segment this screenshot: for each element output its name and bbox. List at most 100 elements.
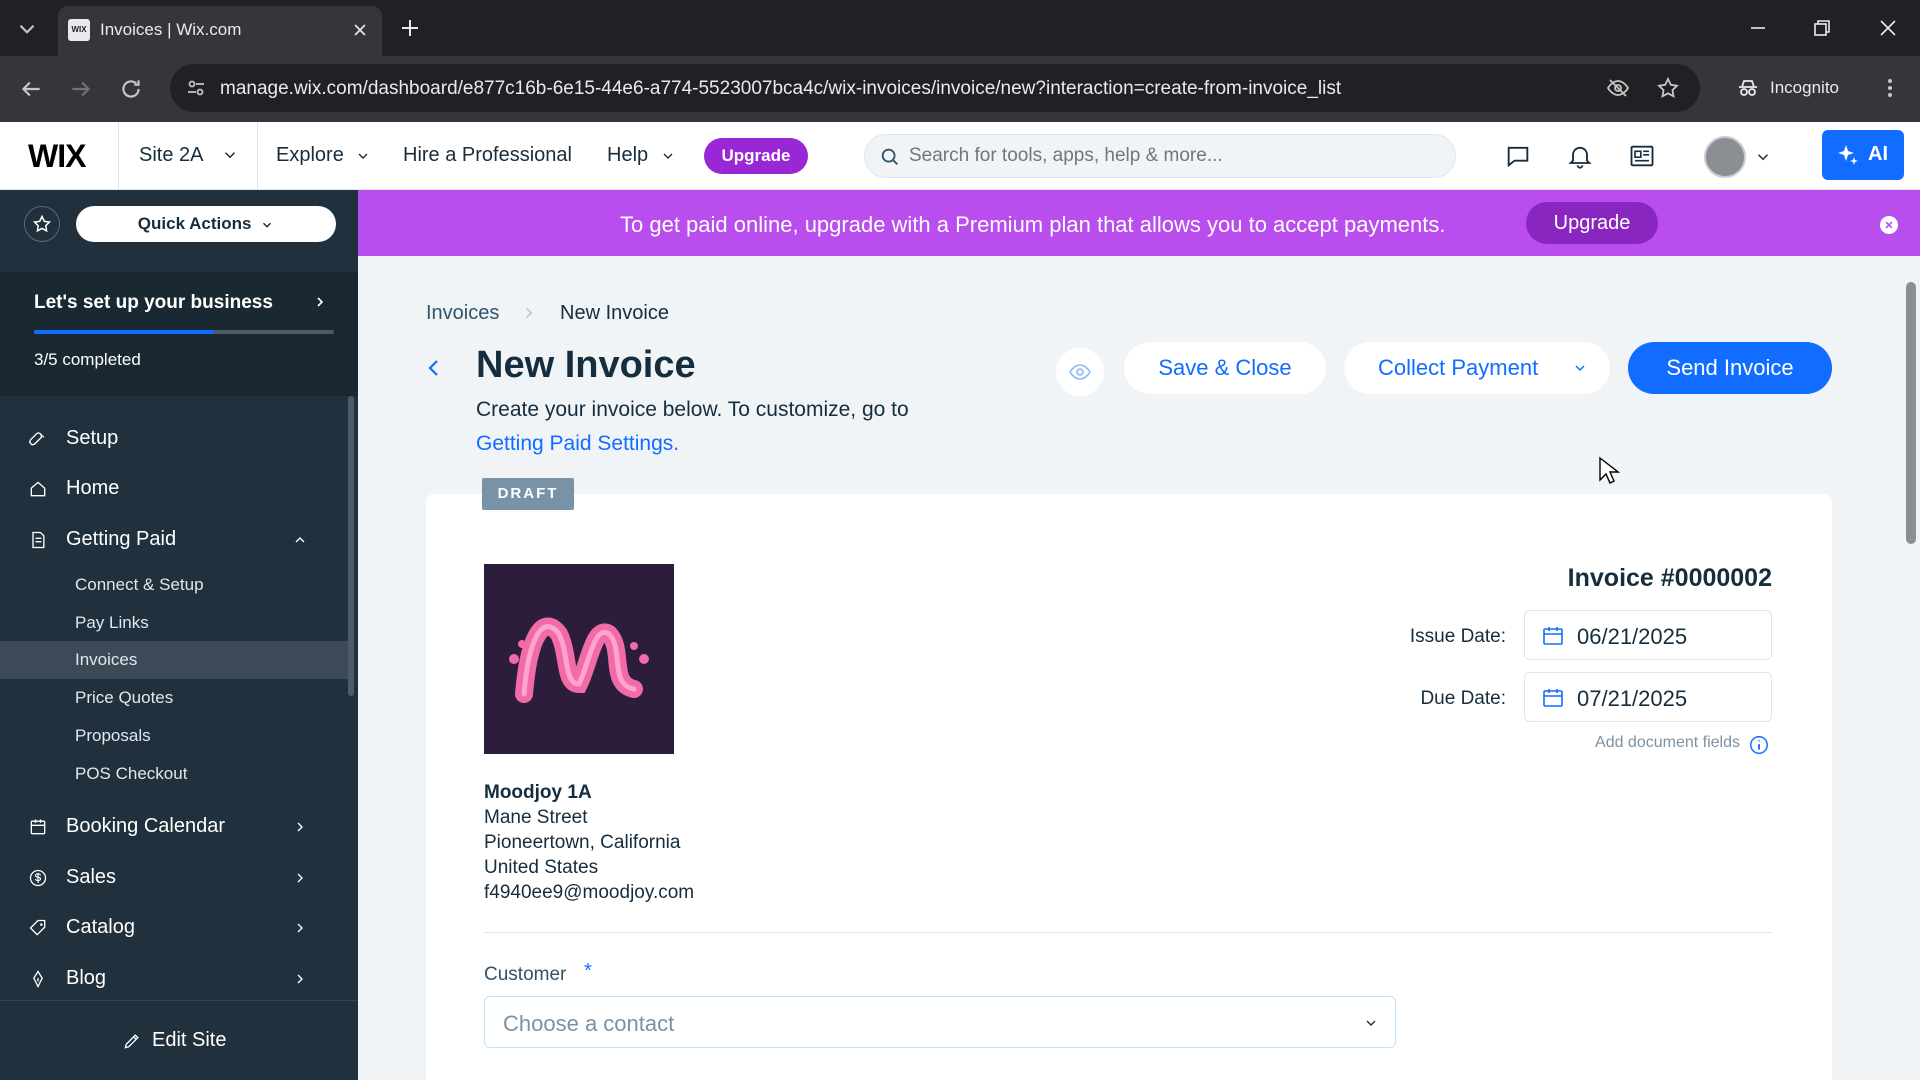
news-feed-icon[interactable]: [1628, 142, 1656, 170]
search-input[interactable]: [909, 135, 1439, 177]
browser-tab-active[interactable]: WIX Invoices | Wix.com: [58, 6, 382, 56]
star-icon: [32, 214, 52, 233]
site-name: Site 2A: [139, 144, 204, 166]
favorites-button[interactable]: [24, 206, 60, 242]
sidebar-subitem-price-quotes[interactable]: Price Quotes: [0, 679, 350, 717]
notifications-bell-icon[interactable]: [1566, 142, 1594, 170]
sidebar-subitem-proposals[interactable]: Proposals: [0, 717, 350, 755]
tab-list-chevron-icon[interactable]: [14, 16, 40, 42]
nav-help-label: Help: [607, 144, 649, 166]
sidebar-scrollbar[interactable]: [348, 396, 354, 696]
receipt-icon: [32, 531, 45, 549]
chevron-down-icon: [358, 153, 368, 159]
nav-help[interactable]: Help: [607, 144, 676, 167]
site-selector[interactable]: Site 2A: [118, 122, 258, 190]
ai-assistant-button[interactable]: AI: [1822, 130, 1904, 180]
incognito-indicator[interactable]: Incognito: [1722, 64, 1862, 112]
sidebar-subitem-pos-checkout[interactable]: POS Checkout: [0, 755, 350, 793]
pencil-icon: [124, 1034, 139, 1049]
reload-icon[interactable]: [118, 76, 144, 102]
avatar-chevron-down-icon[interactable]: [1754, 148, 1772, 166]
back-icon[interactable]: [18, 76, 44, 102]
minimize-icon[interactable]: [1746, 16, 1770, 40]
sidebar-subitem-label: Proposals: [75, 726, 151, 745]
edit-site-button[interactable]: Edit Site: [0, 1000, 358, 1080]
sidebar-item-booking-calendar[interactable]: Booking Calendar: [0, 802, 350, 852]
customer-label: Customer: [484, 964, 567, 985]
header-upgrade-button[interactable]: Upgrade: [704, 138, 808, 174]
new-tab-icon[interactable]: [398, 16, 422, 40]
send-invoice-button[interactable]: Send Invoice: [1628, 342, 1832, 394]
chat-icon[interactable]: [1504, 142, 1532, 170]
chevron-down-icon: [663, 153, 673, 159]
window-close-icon[interactable]: [1876, 16, 1900, 40]
calendar-icon: [30, 819, 46, 835]
sidebar-item-label: Booking Calendar: [66, 815, 225, 837]
sidebar-item-label: Sales: [66, 866, 117, 888]
setup-progress-card[interactable]: Let's set up your business 3/5 completed: [0, 272, 358, 396]
wix-favicon-icon: WIX: [68, 19, 90, 41]
sidebar-subitem-label: Price Quotes: [75, 688, 174, 707]
business-name: Moodjoy 1A: [484, 782, 592, 803]
forward-icon[interactable]: [68, 76, 94, 102]
sidebar-subitem-label: Connect & Setup: [75, 575, 204, 594]
chevron-right-icon: [297, 822, 303, 832]
sidebar-item-home[interactable]: Home: [0, 464, 350, 514]
sidebar-item-getting-paid[interactable]: Getting Paid: [0, 515, 350, 565]
customer-placeholder: Choose a contact: [503, 1011, 675, 1036]
required-asterisk: *: [584, 960, 592, 982]
nav-explore[interactable]: Explore: [276, 144, 371, 167]
bookmark-star-icon[interactable]: [1656, 76, 1680, 100]
getting-paid-settings-link[interactable]: Getting Paid Settings.: [476, 432, 679, 456]
invoice-number[interactable]: Invoice #0000002: [1480, 564, 1772, 593]
issue-date-input[interactable]: 06/21/2025: [1524, 610, 1772, 660]
incognito-icon: [1736, 76, 1760, 100]
sidebar-item-setup[interactable]: Setup: [0, 414, 350, 464]
info-icon[interactable]: [1748, 734, 1770, 756]
incognito-label: Incognito: [1770, 78, 1839, 97]
section-divider: [484, 932, 1772, 933]
sidebar-item-catalog[interactable]: Catalog: [0, 903, 350, 953]
sidebar-item-label: Getting Paid: [66, 528, 177, 550]
save-close-button[interactable]: Save & Close: [1124, 342, 1326, 394]
due-date-input[interactable]: 07/21/2025: [1524, 672, 1772, 722]
sparkle-icon: [1836, 143, 1860, 167]
preview-button[interactable]: [1056, 348, 1104, 396]
sidebar-item-sales[interactable]: Sales: [0, 853, 350, 903]
wix-logo[interactable]: WIX: [28, 138, 86, 175]
dollar-circle-icon: [29, 869, 47, 887]
back-arrow-icon[interactable]: [422, 356, 446, 380]
business-logo[interactable]: [484, 564, 674, 754]
sidebar-subitem-connect-setup[interactable]: Connect & Setup: [0, 566, 350, 604]
add-document-fields-link[interactable]: Add document fields: [1500, 734, 1740, 752]
breadcrumb-invoices[interactable]: Invoices: [426, 302, 499, 325]
banner-upgrade-button[interactable]: Upgrade: [1526, 202, 1658, 244]
sidebar-item-label: Catalog: [66, 916, 135, 938]
sidebar-item-blog[interactable]: Blog: [0, 954, 350, 1004]
chevron-down-icon: [1575, 365, 1585, 372]
collect-payment-button[interactable]: Collect Payment: [1344, 342, 1610, 394]
banner-close-button[interactable]: [1880, 216, 1898, 234]
edit-site-label: Edit Site: [152, 1029, 227, 1051]
nav-hire-professional[interactable]: Hire a Professional: [403, 144, 572, 167]
sidebar-subitem-pay-links[interactable]: Pay Links: [0, 604, 350, 642]
sidebar-subitem-label: Invoices: [75, 650, 138, 669]
customer-select[interactable]: Choose a contact: [484, 996, 1396, 1048]
page-scrollbar-thumb[interactable]: [1906, 282, 1916, 544]
user-avatar[interactable]: [1704, 136, 1746, 178]
setup-title: Let's set up your business: [34, 292, 273, 313]
tag-icon: [29, 919, 46, 936]
address-bar[interactable]: manage.wix.com/dashboard/e877c16b-6e15-4…: [170, 64, 1700, 112]
tab-close-icon[interactable]: [350, 20, 370, 40]
restore-icon[interactable]: [1810, 16, 1834, 40]
chevron-right-icon: [312, 294, 328, 310]
quick-actions-button[interactable]: Quick Actions: [76, 206, 336, 242]
eye-off-icon[interactable]: [1606, 76, 1630, 100]
breadcrumb-separator-icon: [520, 304, 538, 322]
sidebar-subitem-invoices[interactable]: Invoices: [0, 641, 350, 679]
browser-menu-icon[interactable]: [1878, 76, 1902, 100]
mouse-cursor-icon: [1598, 456, 1620, 486]
site-info-icon[interactable]: [184, 76, 208, 100]
banner-text: To get paid online, upgrade with a Premi…: [620, 212, 1446, 237]
search-bar[interactable]: [864, 134, 1456, 178]
